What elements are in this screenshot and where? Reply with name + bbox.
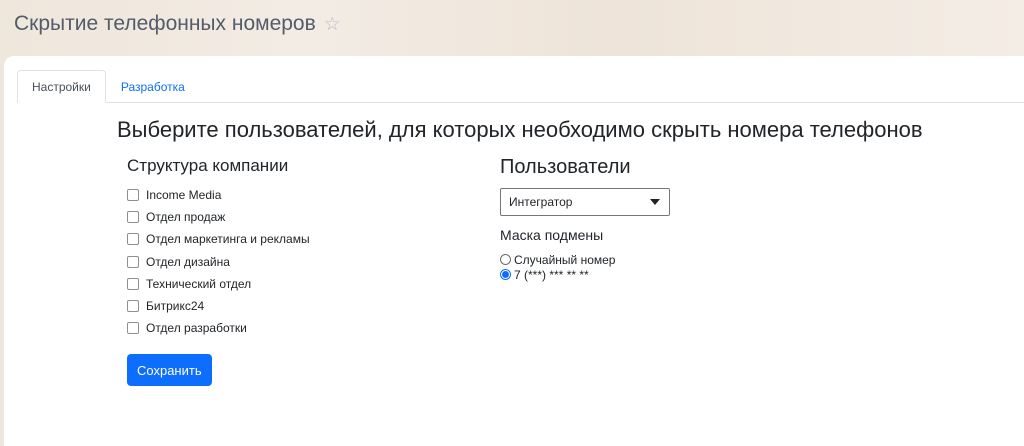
checkbox-label: Отдел разработки: [146, 321, 247, 336]
structure-item-marketing: Отдел маркетинга и рекламы: [127, 228, 467, 250]
mask-option-pattern: 7 (***) *** ** **: [500, 267, 800, 282]
checkbox[interactable]: [127, 322, 139, 335]
checkbox-label: Отдел маркетинга и рекламы: [146, 232, 310, 247]
page-title: Скрытие телефонных номеров: [14, 12, 316, 35]
structure-item-development: Отдел разработки: [127, 317, 467, 339]
checkbox-label: Income Media: [146, 188, 222, 203]
radio-button[interactable]: [500, 254, 511, 265]
tab-settings[interactable]: Настройки: [17, 70, 106, 103]
checkbox[interactable]: [127, 277, 139, 290]
checkbox[interactable]: [127, 189, 139, 202]
user-select-value: Интегратор: [509, 195, 573, 209]
structure-item-income-media: Income Media: [127, 184, 467, 206]
structure-item-bitrix24: Битрикс24: [127, 295, 467, 317]
tab-bar: Настройки Разработка: [17, 70, 1024, 103]
checkbox[interactable]: [127, 211, 139, 224]
user-select[interactable]: Интегратор: [500, 188, 670, 216]
radio-label: 7 (***) *** ** **: [514, 267, 589, 282]
checkbox[interactable]: [127, 233, 139, 246]
checkbox-label: Битрикс24: [146, 299, 205, 314]
structure-item-design: Отдел дизайна: [127, 251, 467, 273]
company-structure-title: Структура компании: [127, 156, 289, 175]
checkbox[interactable]: [127, 255, 139, 268]
checkbox-label: Отдел дизайна: [146, 254, 230, 269]
structure-item-sales: Отдел продаж: [127, 206, 467, 228]
users-section: Пользователи Интегратор Маска подмены Сл…: [500, 156, 800, 282]
tab-development[interactable]: Разработка: [106, 70, 200, 103]
page-header: Скрытие телефонных номеров ☆: [14, 12, 341, 36]
structure-item-technical: Технический отдел: [127, 273, 467, 295]
main-heading: Выберите пользователей, для которых необ…: [117, 117, 923, 142]
content-panel: Настройки Разработка Выберите пользовате…: [4, 56, 1024, 446]
mask-option-random: Случайный номер: [500, 252, 800, 267]
checkbox-label: Технический отдел: [146, 276, 252, 291]
mask-title: Маска подмены: [500, 227, 604, 243]
users-title: Пользователи: [500, 156, 631, 178]
checkbox[interactable]: [127, 300, 139, 313]
checkbox-label: Отдел продаж: [146, 210, 226, 225]
chevron-down-icon: [650, 199, 660, 205]
save-button[interactable]: Сохранить: [127, 354, 212, 387]
radio-button[interactable]: [500, 269, 511, 280]
radio-label: Случайный номер: [514, 252, 616, 267]
star-icon[interactable]: ☆: [324, 15, 341, 34]
company-structure-section: Структура компании Income Media Отдел пр…: [127, 156, 467, 387]
